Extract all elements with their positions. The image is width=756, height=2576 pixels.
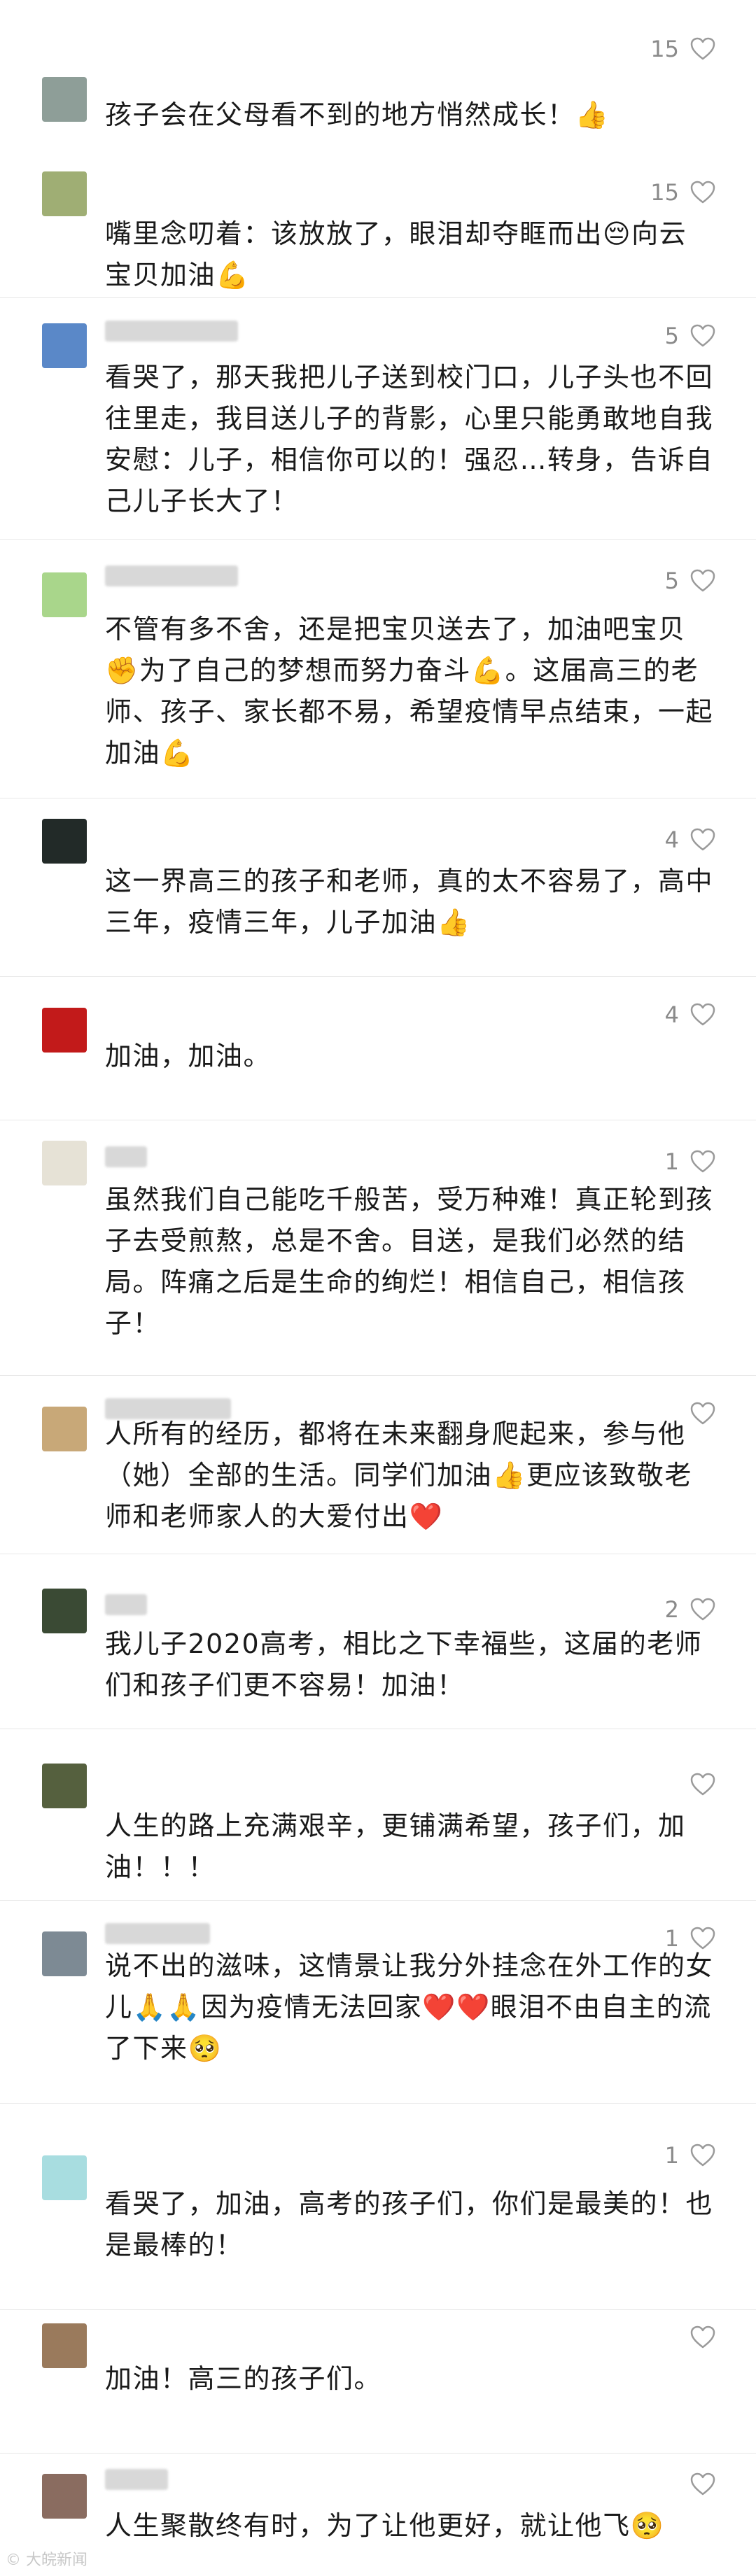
avatar[interactable] bbox=[42, 819, 87, 864]
like-count: 5 bbox=[664, 323, 679, 349]
like-button[interactable]: 1 bbox=[665, 2134, 717, 2176]
comment-text: 虽然我们自己能吃千般苦，受万种难！真正轮到孩子去受煎熬，总是不舍。目送，是我们必… bbox=[105, 1184, 714, 1339]
avatar[interactable] bbox=[42, 2155, 87, 2200]
comment-text: 看哭了，加油，高考的孩子们，你们是最美的！也是最棒的！ bbox=[105, 2188, 714, 2260]
divider bbox=[0, 2103, 756, 2104]
like-count: 15 bbox=[650, 36, 679, 62]
like-count: 5 bbox=[664, 568, 679, 594]
heart-icon[interactable] bbox=[689, 567, 717, 595]
heart-icon[interactable] bbox=[689, 1771, 717, 1799]
username-blurred[interactable] bbox=[105, 565, 238, 586]
username-blurred[interactable] bbox=[105, 1594, 147, 1615]
divider bbox=[0, 297, 756, 298]
like-count: 2 bbox=[664, 1596, 679, 1623]
username-blurred[interactable] bbox=[105, 321, 238, 342]
divider bbox=[0, 2309, 756, 2310]
username-blurred[interactable] bbox=[105, 1146, 147, 1167]
comment-text: 加油！高三的孩子们。 bbox=[105, 2363, 382, 2394]
watermark: © 大皖新闻 bbox=[6, 2552, 88, 2569]
like-button[interactable] bbox=[679, 2463, 717, 2505]
comment-text: 嘴里念叨着：该放放了，眼泪却夺眶而出😔向云宝贝加油💪 bbox=[105, 218, 687, 290]
like-count: 1 bbox=[664, 1148, 679, 1175]
like-button[interactable]: 1 bbox=[665, 1141, 717, 1183]
comment-text: 说不出的滋味，这情景让我分外挂念在外工作的女儿🙏🙏因为疫情无法回家❤️❤️眼泪不… bbox=[105, 1950, 714, 2064]
avatar[interactable] bbox=[42, 323, 87, 368]
avatar[interactable] bbox=[42, 77, 87, 122]
like-count: 1 bbox=[664, 2142, 679, 2169]
avatar[interactable] bbox=[42, 1764, 87, 1808]
heart-icon[interactable] bbox=[689, 2470, 717, 2498]
avatar[interactable] bbox=[42, 1141, 87, 1185]
avatar[interactable] bbox=[42, 1931, 87, 1976]
like-button[interactable] bbox=[679, 1764, 717, 1806]
like-button[interactable]: 5 bbox=[665, 315, 717, 357]
divider bbox=[0, 2453, 756, 2454]
like-count: 15 bbox=[650, 179, 679, 206]
avatar[interactable] bbox=[42, 1407, 87, 1451]
heart-icon[interactable] bbox=[689, 35, 717, 63]
comment-text: 不管有多不舍，还是把宝贝送去了，加油吧宝贝✊为了自己的梦想而努力奋斗💪。这届高三… bbox=[105, 614, 714, 768]
divider bbox=[0, 1900, 756, 1901]
comment-text: 我儿子2020高考，相比之下幸福些，这届的老师们和孩子们更不容易！加油！ bbox=[105, 1628, 703, 1701]
comment-text: 人生的路上充满艰辛，更铺满希望，孩子们，加油！！！ bbox=[105, 1810, 686, 1882]
comment-text: 人所有的经历，都将在未来翻身爬起来，参与他（她）全部的生活。同学们加油👍更应该致… bbox=[105, 1419, 692, 1532]
heart-icon[interactable] bbox=[689, 178, 717, 206]
heart-icon[interactable] bbox=[689, 1001, 717, 1029]
avatar[interactable] bbox=[42, 1589, 87, 1633]
heart-icon[interactable] bbox=[689, 322, 717, 350]
divider bbox=[0, 976, 756, 977]
divider bbox=[0, 1375, 756, 1376]
divider bbox=[0, 539, 756, 540]
comment-text: 这一界高三的孩子和老师，真的太不容易了，高中三年，疫情三年，儿子加油👍 bbox=[105, 866, 714, 938]
heart-icon[interactable] bbox=[689, 2323, 717, 2351]
avatar[interactable] bbox=[42, 2323, 87, 2368]
like-button[interactable]: 4 bbox=[665, 994, 717, 1036]
like-button[interactable]: 5 bbox=[665, 560, 717, 602]
heart-icon[interactable] bbox=[689, 1596, 717, 1624]
like-count: 4 bbox=[664, 1001, 679, 1028]
username-blurred[interactable] bbox=[105, 2469, 168, 2490]
like-button[interactable]: 4 bbox=[665, 819, 717, 861]
comment-text: 孩子会在父母看不到的地方悄然成长！👍 bbox=[105, 99, 610, 130]
comment-text: 加油，加油。 bbox=[105, 1041, 272, 1071]
comment-text: 看哭了，那天我把儿子送到校门口，儿子头也不回往里走，我目送儿子的背影，心里只能勇… bbox=[105, 362, 714, 516]
avatar[interactable] bbox=[42, 2474, 87, 2519]
heart-icon[interactable] bbox=[689, 2141, 717, 2169]
avatar[interactable] bbox=[42, 1008, 87, 1053]
like-button[interactable] bbox=[679, 2316, 717, 2358]
heart-icon[interactable] bbox=[689, 1148, 717, 1176]
like-count: 4 bbox=[664, 826, 679, 853]
like-button[interactable]: 15 bbox=[650, 171, 717, 213]
avatar[interactable] bbox=[42, 171, 87, 216]
comment-text: 人生聚散终有时，为了让他更好，就让他飞🥺 bbox=[105, 2510, 665, 2541]
heart-icon[interactable] bbox=[689, 826, 717, 854]
avatar[interactable] bbox=[42, 572, 87, 617]
like-button[interactable]: 15 bbox=[650, 28, 717, 70]
username-blurred[interactable] bbox=[105, 1923, 210, 1944]
